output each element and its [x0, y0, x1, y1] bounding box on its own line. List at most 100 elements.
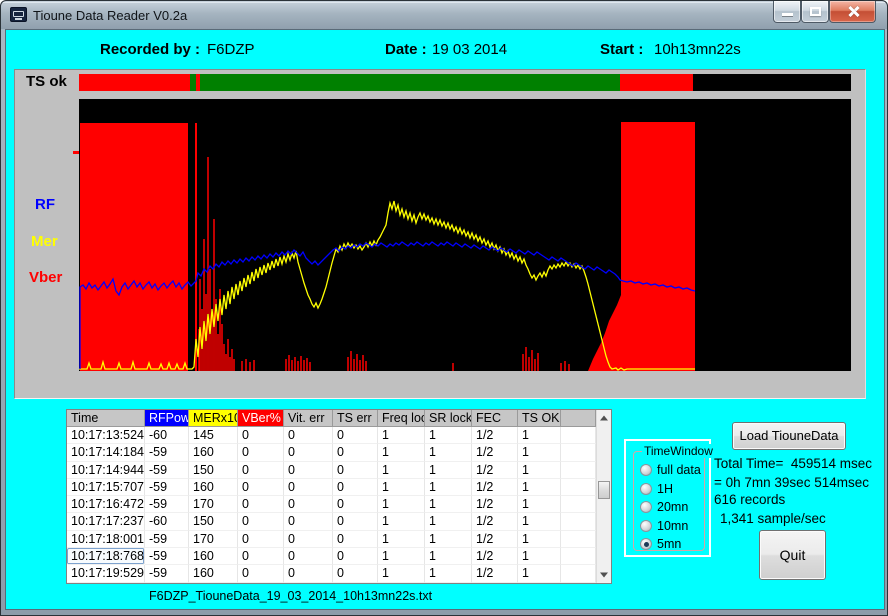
table-cell[interactable]: 1: [425, 513, 472, 530]
table-cell[interactable]: 1: [518, 548, 561, 565]
scroll-down-button[interactable]: [597, 567, 611, 583]
table-cell[interactable]: 10:17:13:524: [67, 427, 145, 444]
table-cell[interactable]: 0: [238, 496, 284, 513]
table-cell[interactable]: 1/2: [472, 548, 518, 565]
table-cell[interactable]: 0: [333, 444, 378, 461]
table-cell[interactable]: 0: [238, 444, 284, 461]
table-cell[interactable]: 0: [333, 427, 378, 444]
table-cell[interactable]: 10:17:14:944: [67, 462, 145, 479]
table-cell[interactable]: 1: [378, 444, 425, 461]
radio-icon[interactable]: [640, 483, 652, 495]
table-cell[interactable]: 1: [518, 565, 561, 582]
column-header-sr-lock[interactable]: SR lock: [425, 410, 472, 427]
table-cell[interactable]: 10:17:15:707: [67, 479, 145, 496]
table-cell[interactable]: 1: [518, 444, 561, 461]
table-row[interactable]: 10:17:13:524-60145000111/21: [67, 427, 596, 444]
table-cell[interactable]: 0: [238, 513, 284, 530]
table-cell[interactable]: 1: [518, 531, 561, 548]
table-cell[interactable]: 10:17:18:001: [67, 531, 145, 548]
table-cell[interactable]: 150: [189, 462, 238, 479]
table-cell[interactable]: 0: [284, 565, 333, 582]
table-row[interactable]: 10:17:18:001-59170000111/21: [67, 531, 596, 548]
table-cell[interactable]: 1/2: [472, 444, 518, 461]
table-cell[interactable]: 10:17:18:768: [67, 548, 145, 565]
radio-selected-icon[interactable]: [640, 538, 652, 550]
title-bar[interactable]: Tioune Data Reader V0.2a: [1, 1, 887, 29]
table-cell[interactable]: 0: [284, 427, 333, 444]
table-cell[interactable]: 0: [333, 513, 378, 530]
table-cell[interactable]: 0: [333, 462, 378, 479]
column-header-vit-err[interactable]: Vit. err: [284, 410, 333, 427]
table-cell[interactable]: 1: [378, 548, 425, 565]
table-cell[interactable]: 1: [425, 444, 472, 461]
table-cell[interactable]: 0: [238, 427, 284, 444]
table-cell[interactable]: -60: [145, 513, 189, 530]
timewindow-option-1H[interactable]: 1H: [640, 481, 673, 497]
table-cell[interactable]: 1/2: [472, 496, 518, 513]
table-cell[interactable]: -59: [145, 531, 189, 548]
column-header-freq-lock[interactable]: Freq lock: [378, 410, 425, 427]
table-cell[interactable]: -59: [145, 444, 189, 461]
column-header-ts-ok[interactable]: TS OK: [518, 410, 561, 427]
table-cell[interactable]: 170: [189, 531, 238, 548]
table-cell[interactable]: 1: [378, 513, 425, 530]
radio-icon[interactable]: [640, 464, 652, 476]
table-row[interactable]: 10:17:19:529-59160000111/21: [67, 565, 596, 582]
column-header-rfpower[interactable]: RFPower: [145, 410, 189, 427]
table-cell[interactable]: 10:17:14:184: [67, 444, 145, 461]
table-cell[interactable]: 1: [425, 462, 472, 479]
table-cell[interactable]: 160: [189, 548, 238, 565]
table-cell[interactable]: 0: [238, 531, 284, 548]
load-tiounedata-button[interactable]: Load TiouneData: [732, 422, 846, 450]
table-cell[interactable]: 1: [518, 496, 561, 513]
radio-icon[interactable]: [640, 520, 652, 532]
column-header-merx10[interactable]: MERx10: [189, 410, 238, 427]
table-cell[interactable]: 0: [333, 548, 378, 565]
table-cell[interactable]: 0: [284, 496, 333, 513]
table-cell[interactable]: 1/2: [472, 479, 518, 496]
table-cell[interactable]: 1: [518, 513, 561, 530]
table-cell[interactable]: 1: [425, 496, 472, 513]
table-cell[interactable]: 1/2: [472, 462, 518, 479]
table-cell[interactable]: 1: [425, 565, 472, 582]
table-cell[interactable]: 0: [238, 479, 284, 496]
table-cell[interactable]: 0: [284, 531, 333, 548]
table-cell[interactable]: -59: [145, 479, 189, 496]
table-cell[interactable]: 0: [284, 462, 333, 479]
table-cell[interactable]: 0: [238, 548, 284, 565]
table-cell[interactable]: 1: [378, 427, 425, 444]
radio-icon[interactable]: [640, 501, 652, 513]
table-cell[interactable]: 0: [333, 479, 378, 496]
table-cell[interactable]: 1: [378, 496, 425, 513]
table-cell[interactable]: 0: [238, 565, 284, 582]
table-cell[interactable]: 1: [425, 531, 472, 548]
table-cell[interactable]: 1: [378, 531, 425, 548]
table-cell[interactable]: 10:17:19:529: [67, 565, 145, 582]
timewindow-option-20mn[interactable]: 20mn: [640, 499, 688, 515]
table-cell[interactable]: 145: [189, 427, 238, 444]
table-cell[interactable]: -59: [145, 496, 189, 513]
table-row[interactable]: 10:17:14:944-59150000111/21: [67, 462, 596, 479]
timewindow-option-5mn[interactable]: 5mn: [640, 536, 681, 552]
minimize-button[interactable]: [773, 1, 801, 23]
close-button[interactable]: [829, 1, 876, 23]
table-cell[interactable]: 0: [333, 531, 378, 548]
table-cell[interactable]: -59: [145, 565, 189, 582]
table-cell[interactable]: 1: [425, 548, 472, 565]
table-cell[interactable]: -59: [145, 548, 189, 565]
table-cell[interactable]: 1: [378, 462, 425, 479]
table-cell[interactable]: 1/2: [472, 427, 518, 444]
table-cell[interactable]: 1: [425, 427, 472, 444]
table-cell[interactable]: 160: [189, 565, 238, 582]
maximize-button[interactable]: [801, 1, 829, 23]
timewindow-option-full-data[interactable]: full data: [640, 462, 701, 478]
scroll-up-button[interactable]: [597, 410, 611, 426]
table-scrollbar[interactable]: [596, 410, 611, 583]
table-cell[interactable]: 1: [378, 479, 425, 496]
table-cell[interactable]: 1: [518, 479, 561, 496]
table-cell[interactable]: 160: [189, 479, 238, 496]
table-cell[interactable]: 0: [284, 444, 333, 461]
table-row[interactable]: 10:17:14:184-59160000111/21: [67, 444, 596, 461]
table-cell[interactable]: 1/2: [472, 531, 518, 548]
table-cell[interactable]: 0: [284, 513, 333, 530]
